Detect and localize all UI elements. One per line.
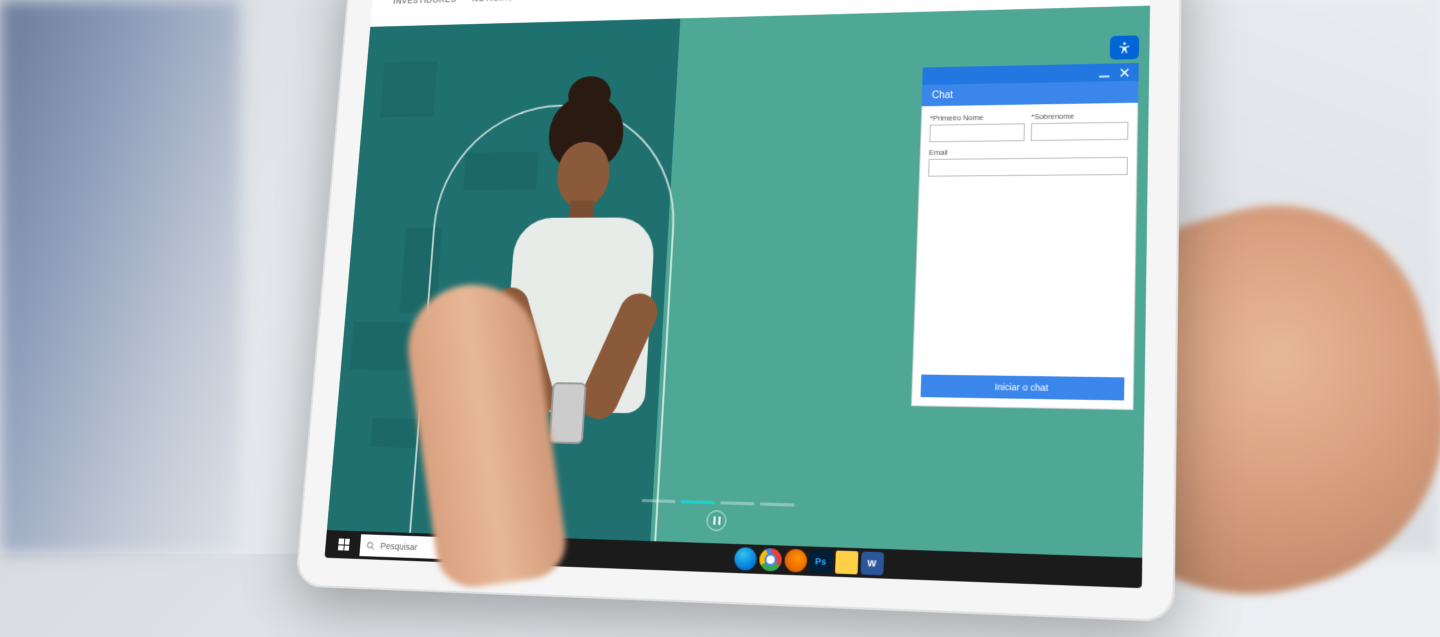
carousel-dot[interactable] bbox=[760, 502, 794, 506]
chat-body: *Primeiro Nome *Sobrenome Email Iniciar … bbox=[911, 103, 1138, 410]
search-placeholder: Pesquisar bbox=[380, 541, 418, 552]
file-explorer-icon[interactable] bbox=[834, 551, 857, 575]
firefox-icon[interactable] bbox=[784, 549, 807, 573]
windows-icon bbox=[338, 538, 350, 550]
minimize-icon[interactable] bbox=[1098, 67, 1111, 79]
carousel-dot[interactable] bbox=[720, 501, 754, 505]
first-name-label: *Primeiro Nome bbox=[930, 112, 1025, 122]
close-icon[interactable] bbox=[1119, 67, 1131, 78]
chat-submit-button[interactable]: Iniciar o chat bbox=[921, 375, 1125, 401]
accessibility-button[interactable] bbox=[1110, 35, 1139, 59]
start-button[interactable] bbox=[330, 532, 357, 557]
edge-icon[interactable] bbox=[733, 547, 756, 571]
photoshop-icon[interactable]: Ps bbox=[809, 550, 832, 574]
carousel-pause-icon[interactable] bbox=[706, 510, 727, 531]
chat-widget: Chat *Primeiro Nome *Sobrenome bbox=[911, 63, 1139, 410]
last-name-input[interactable] bbox=[1031, 122, 1129, 141]
nav-investidores[interactable]: INVESTIDORES bbox=[393, 0, 457, 6]
email-input[interactable] bbox=[928, 157, 1128, 177]
word-icon[interactable]: W bbox=[860, 551, 884, 575]
last-name-label: *Sobrenome bbox=[1031, 111, 1128, 121]
email-label: Email bbox=[929, 146, 1128, 157]
nav-noticias[interactable]: NOTÍCIAS bbox=[472, 0, 514, 3]
nav-privacidade[interactable]: PORTAL DA PRIVACIDADE bbox=[529, 0, 642, 2]
chat-title: Chat bbox=[932, 90, 954, 101]
background-blur-left bbox=[0, 0, 240, 554]
search-icon bbox=[365, 540, 376, 551]
first-name-input[interactable] bbox=[929, 123, 1025, 142]
chrome-icon[interactable] bbox=[758, 548, 781, 572]
taskbar-pinned-apps: Ps W bbox=[733, 547, 883, 575]
accessibility-icon bbox=[1117, 40, 1132, 54]
